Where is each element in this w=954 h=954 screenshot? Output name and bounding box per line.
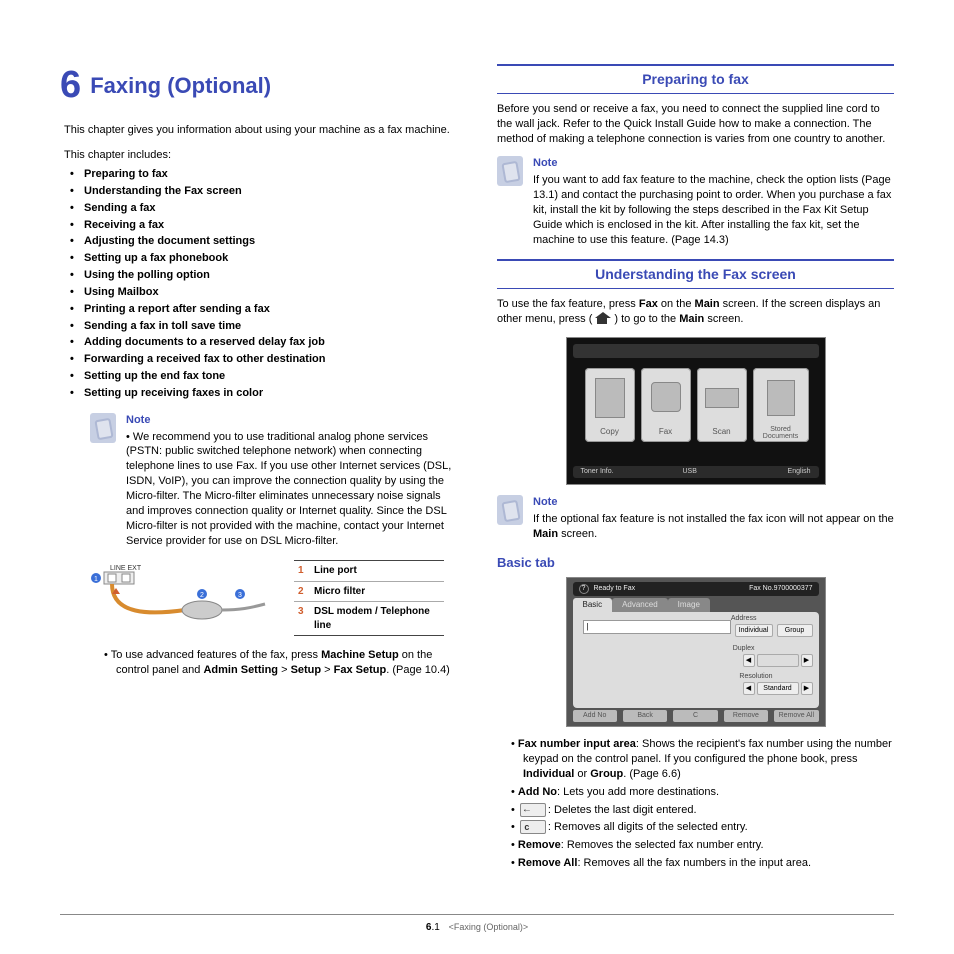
- basic-tab-screenshot: ? Ready to Fax Fax No.9700000377 Basic A…: [566, 577, 826, 727]
- note-title: Note: [126, 413, 457, 428]
- chapter-intro: This chapter gives you information about…: [60, 123, 457, 138]
- basic-item-faxnum: Fax number input area: Shows the recipie…: [497, 737, 894, 782]
- topic-item[interactable]: Receiving a fax: [74, 218, 457, 233]
- preparing-para: Before you send or receive a fax, you ne…: [497, 102, 894, 147]
- basic-item-removeall: Remove All: Removes all the fax numbers …: [497, 856, 894, 871]
- chapter-heading: 6 Faxing (Optional): [60, 60, 457, 111]
- topic-item[interactable]: Setting up the end fax tone: [74, 369, 457, 384]
- note-icon: [90, 413, 116, 443]
- legend-row: 2 Micro filter: [294, 582, 444, 603]
- main-panel-fax: Fax: [641, 368, 691, 442]
- svg-text:2: 2: [200, 592, 204, 599]
- note-block: Note • We recommend you to use tradition…: [90, 413, 457, 549]
- note-body: • We recommend you to use traditional an…: [126, 430, 457, 549]
- basic-item-remove: Remove: Removes the selected fax number …: [497, 838, 894, 853]
- topic-list: Preparing to fax Understanding the Fax s…: [60, 167, 457, 401]
- topic-item[interactable]: Setting up a fax phonebook: [74, 251, 457, 266]
- legend-num: 3: [298, 605, 314, 632]
- tab-basic: Basic: [573, 598, 613, 613]
- topic-item[interactable]: Setting up receiving faxes in color: [74, 386, 457, 401]
- section-heading-understanding: Understanding the Fax screen: [497, 259, 894, 289]
- main-screen-screenshot: Copy Fax Scan Stored Documents Toner Inf…: [566, 337, 826, 485]
- page-footer: 6.1 <Faxing (Optional)>: [60, 914, 894, 935]
- note-body: If you want to add fax feature to the ma…: [533, 173, 894, 247]
- legend-row: 3 DSL modem / Telephone line: [294, 602, 444, 635]
- legend-num: 1: [298, 564, 314, 578]
- legend-label: Micro filter: [314, 585, 440, 599]
- basic-item-addno: Add No: Lets you add more destinations.: [497, 785, 894, 800]
- fax-number-input: |: [583, 620, 731, 634]
- chapter-number: 6: [60, 64, 81, 106]
- topic-item[interactable]: Using the polling option: [74, 268, 457, 283]
- note-block: Note If you want to add fax feature to t…: [497, 156, 894, 247]
- legend-label: Line port: [314, 564, 440, 578]
- legend-label: DSL modem / Telephone line: [314, 605, 440, 632]
- topic-item[interactable]: Understanding the Fax screen: [74, 184, 457, 199]
- svg-text:LINE EXT: LINE EXT: [110, 565, 142, 572]
- tab-advanced: Advanced: [612, 598, 668, 613]
- topic-item[interactable]: Preparing to fax: [74, 167, 457, 182]
- page-number-minor: .1: [431, 922, 439, 933]
- basic-item-back: : Deletes the last digit entered.: [497, 803, 894, 818]
- topic-item[interactable]: Using Mailbox: [74, 285, 457, 300]
- main-panel-copy: Copy: [585, 368, 635, 442]
- advanced-features-note: To use advanced features of the fax, pre…: [90, 648, 457, 678]
- includes-label: This chapter includes:: [60, 148, 457, 163]
- legend-row: 1 Line port: [294, 561, 444, 582]
- note-icon: [497, 495, 523, 525]
- backspace-icon: [520, 803, 546, 817]
- home-icon: [594, 313, 612, 325]
- note-title: Note: [533, 495, 894, 510]
- section-heading-preparing: Preparing to fax: [497, 64, 894, 94]
- svg-text:1: 1: [94, 576, 98, 583]
- topic-item[interactable]: Printing a report after sending a fax: [74, 302, 457, 317]
- legend-num: 2: [298, 585, 314, 599]
- note-icon: [497, 156, 523, 186]
- topic-item[interactable]: Adding documents to a reserved delay fax…: [74, 335, 457, 350]
- basic-item-clear: : Removes all digits of the selected ent…: [497, 820, 894, 835]
- understanding-para: To use the fax feature, press Fax on the…: [497, 297, 894, 327]
- chapter-title: Faxing (Optional): [90, 73, 271, 98]
- main-panel-stored: Stored Documents: [753, 368, 809, 442]
- main-panel-scan: Scan: [697, 368, 747, 442]
- topic-item[interactable]: Sending a fax in toll save time: [74, 319, 457, 334]
- subheading-basic-tab: Basic tab: [497, 554, 894, 572]
- micro-filter-diagram: LINE EXT 1 2 3: [90, 560, 280, 638]
- note-body: If the optional fax feature is not insta…: [533, 512, 894, 542]
- topic-item[interactable]: Forwarding a received fax to other desti…: [74, 352, 457, 367]
- clear-icon: [520, 820, 546, 834]
- topic-item[interactable]: Adjusting the document settings: [74, 234, 457, 249]
- page-footer-title: <Faxing (Optional)>: [449, 922, 529, 932]
- diagram-legend: 1 Line port 2 Micro filter 3 DSL modem /…: [294, 560, 444, 636]
- note-title: Note: [533, 156, 894, 171]
- svg-text:3: 3: [238, 592, 242, 599]
- note-block: Note If the optional fax feature is not …: [497, 495, 894, 542]
- topic-item[interactable]: Sending a fax: [74, 201, 457, 216]
- tab-image: Image: [668, 598, 710, 613]
